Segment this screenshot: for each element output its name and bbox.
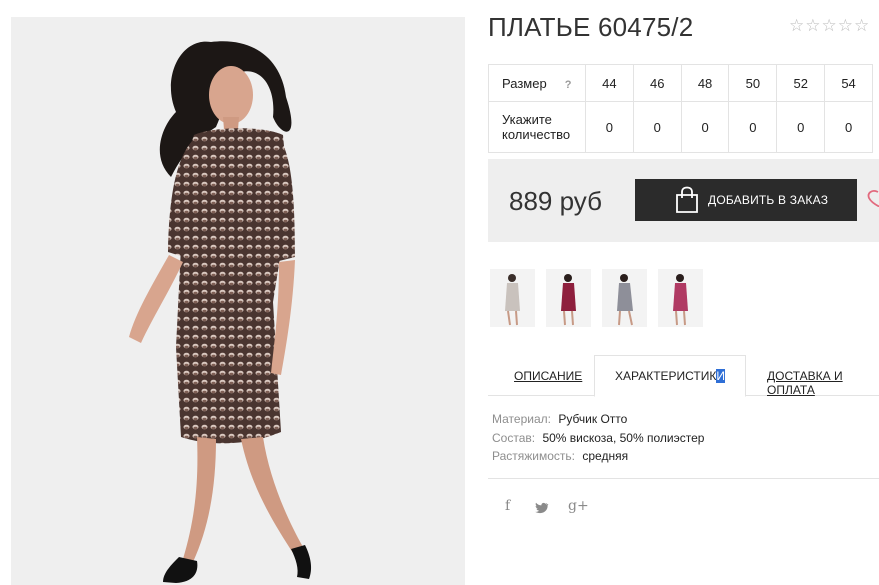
size-help-icon[interactable]: ? bbox=[565, 79, 572, 91]
size-cell: 44 bbox=[585, 64, 634, 102]
price: 889 руб bbox=[509, 186, 602, 216]
size-quantity-table: Размер? 44 46 48 50 52 54 Укажите количе… bbox=[488, 64, 873, 153]
quantity-input-50[interactable]: 0 bbox=[728, 101, 778, 153]
social-divider bbox=[488, 478, 879, 479]
characteristic-value: Рубчик Отто bbox=[558, 412, 628, 426]
selected-text: И bbox=[716, 369, 725, 383]
product-main-photo[interactable] bbox=[11, 17, 465, 585]
add-to-order-label: ДОБАВИТЬ В ЗАКАЗ bbox=[708, 193, 829, 207]
size-label: Размер bbox=[502, 75, 547, 91]
thumbnail-gallery bbox=[490, 269, 703, 327]
characteristic-key: Растяжимость: bbox=[492, 449, 576, 463]
tab-characteristics[interactable]: ХАРАКТЕРИСТИКИ bbox=[594, 355, 746, 397]
shopping-bag-icon bbox=[676, 186, 698, 213]
product-title: ПЛАТЬЕ 60475/2 bbox=[488, 12, 694, 42]
thumbnail-pink-pattern-dress[interactable] bbox=[658, 269, 703, 327]
size-cell: 54 bbox=[824, 64, 873, 102]
heart-icon[interactable] bbox=[866, 187, 879, 207]
characteristic-key: Материал: bbox=[492, 412, 551, 426]
characteristics-list: Материал: Рубчик Отто Состав: 50% вискоз… bbox=[492, 410, 704, 466]
star-icon[interactable]: ☆ bbox=[822, 17, 837, 34]
quantity-row: Укажите количество 0 0 0 0 0 0 bbox=[488, 101, 873, 153]
twitter-icon[interactable] bbox=[535, 502, 549, 514]
star-icon[interactable]: ☆ bbox=[838, 17, 853, 34]
size-row: Размер? 44 46 48 50 52 54 bbox=[488, 64, 873, 102]
quantity-input-48[interactable]: 0 bbox=[680, 101, 730, 153]
add-to-order-button[interactable]: ДОБАВИТЬ В ЗАКАЗ bbox=[635, 179, 857, 221]
size-label-cell: Размер? bbox=[488, 64, 586, 102]
star-icon[interactable]: ☆ bbox=[854, 17, 869, 34]
star-icon[interactable]: ☆ bbox=[805, 17, 820, 34]
star-icon[interactable]: ☆ bbox=[789, 17, 804, 34]
facebook-icon[interactable]: f bbox=[505, 498, 510, 514]
rating-stars[interactable]: ☆ ☆ ☆ ☆ ☆ bbox=[789, 17, 869, 34]
thumbnail-light-grey-dress[interactable] bbox=[490, 269, 535, 327]
thumbnail-grey-pattern-dress[interactable] bbox=[602, 269, 647, 327]
tab-delivery-payment[interactable]: ДОСТАВКА И ОПЛАТА bbox=[767, 369, 879, 397]
quantity-input-46[interactable]: 0 bbox=[632, 101, 682, 153]
characteristic-row: Состав: 50% вискоза, 50% полиэстер bbox=[492, 429, 704, 448]
size-cell: 52 bbox=[776, 64, 826, 102]
characteristic-row: Материал: Рубчик Отто bbox=[492, 410, 704, 429]
tab-characteristics-label: ХАРАКТЕРИСТИК bbox=[614, 369, 717, 383]
quantity-input-52[interactable]: 0 bbox=[776, 101, 826, 153]
thumbnail-burgundy-dress[interactable] bbox=[546, 269, 591, 327]
characteristic-value: 50% вискоза, 50% полиэстер bbox=[542, 430, 705, 445]
characteristic-value: средняя bbox=[582, 449, 629, 463]
characteristic-key: Состав: bbox=[492, 430, 536, 445]
size-cell: 46 bbox=[632, 64, 682, 102]
quantity-input-44[interactable]: 0 bbox=[585, 101, 634, 153]
size-cell: 50 bbox=[728, 64, 778, 102]
model-in-dress-illustration bbox=[129, 41, 312, 583]
characteristic-row: Растяжимость: средняя bbox=[492, 447, 704, 466]
size-cell: 48 bbox=[680, 64, 730, 102]
price-box: 889 руб ДОБАВИТЬ В ЗАКАЗ bbox=[488, 159, 879, 242]
quantity-input-54[interactable]: 0 bbox=[824, 101, 873, 153]
tab-description[interactable]: ОПИСАНИЕ bbox=[514, 369, 582, 383]
quantity-label: Укажите количество bbox=[488, 101, 586, 153]
google-plus-icon[interactable]: g+ bbox=[568, 498, 589, 514]
